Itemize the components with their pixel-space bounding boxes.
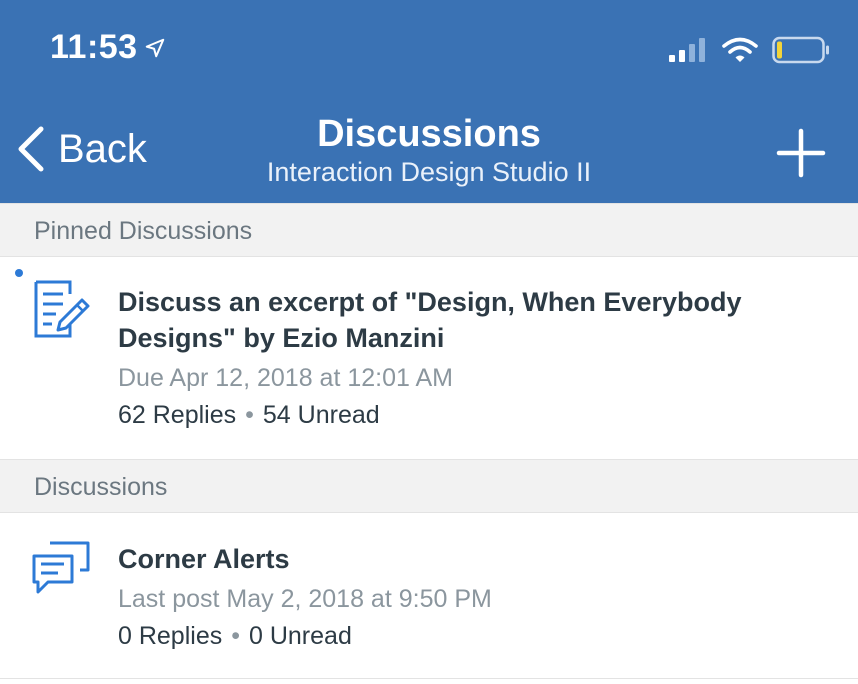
page-subtitle: Interaction Design Studio II — [266, 157, 592, 187]
section-header-pinned: Pinned Discussions — [0, 203, 858, 257]
section-header-pinned-label: Pinned Discussions — [34, 217, 253, 245]
list-divider — [0, 678, 858, 679]
assignment-discussion-icon — [34, 280, 90, 338]
discussion-last-post: Last post May 2, 2018 at 9:50 PM — [118, 585, 492, 613]
discussion-due-date: Due Apr 12, 2018 at 12:01 AM — [118, 364, 453, 392]
section-header-discussions: Discussions — [0, 459, 858, 513]
page-title: Discussions — [317, 113, 541, 155]
status-indicators — [668, 36, 830, 64]
discussion-title[interactable]: Discuss an excerpt of "Design, When Ever… — [118, 284, 818, 356]
replies-count: 62 Replies — [118, 401, 237, 429]
battery-icon — [772, 36, 829, 64]
unread-indicator-dot — [15, 269, 23, 277]
cellular-signal-icon — [669, 38, 705, 62]
navigation-bar: 11:53 Back Discussions Interaction Desig — [0, 0, 858, 203]
unread-count: 54 Unread — [262, 401, 380, 429]
separator-dot: • — [231, 622, 240, 650]
discussion-bubbles-icon — [32, 541, 90, 594]
location-arrow-icon — [145, 38, 164, 57]
section-header-discussions-label: Discussions — [34, 473, 168, 501]
separator-dot: • — [245, 401, 254, 429]
discussion-title[interactable]: Corner Alerts — [118, 541, 818, 577]
add-discussion-button[interactable] — [776, 128, 826, 178]
status-time-label: 11:53 — [50, 28, 138, 66]
discussion-counts: 62 Replies • 54 Unread — [118, 400, 380, 430]
replies-count: 0 Replies — [118, 622, 223, 650]
status-time: 11:53 — [50, 28, 166, 67]
wifi-icon — [722, 37, 758, 62]
discussion-counts: 0 Replies • 0 Unread — [118, 621, 352, 651]
unread-count: 0 Unread — [249, 622, 352, 650]
